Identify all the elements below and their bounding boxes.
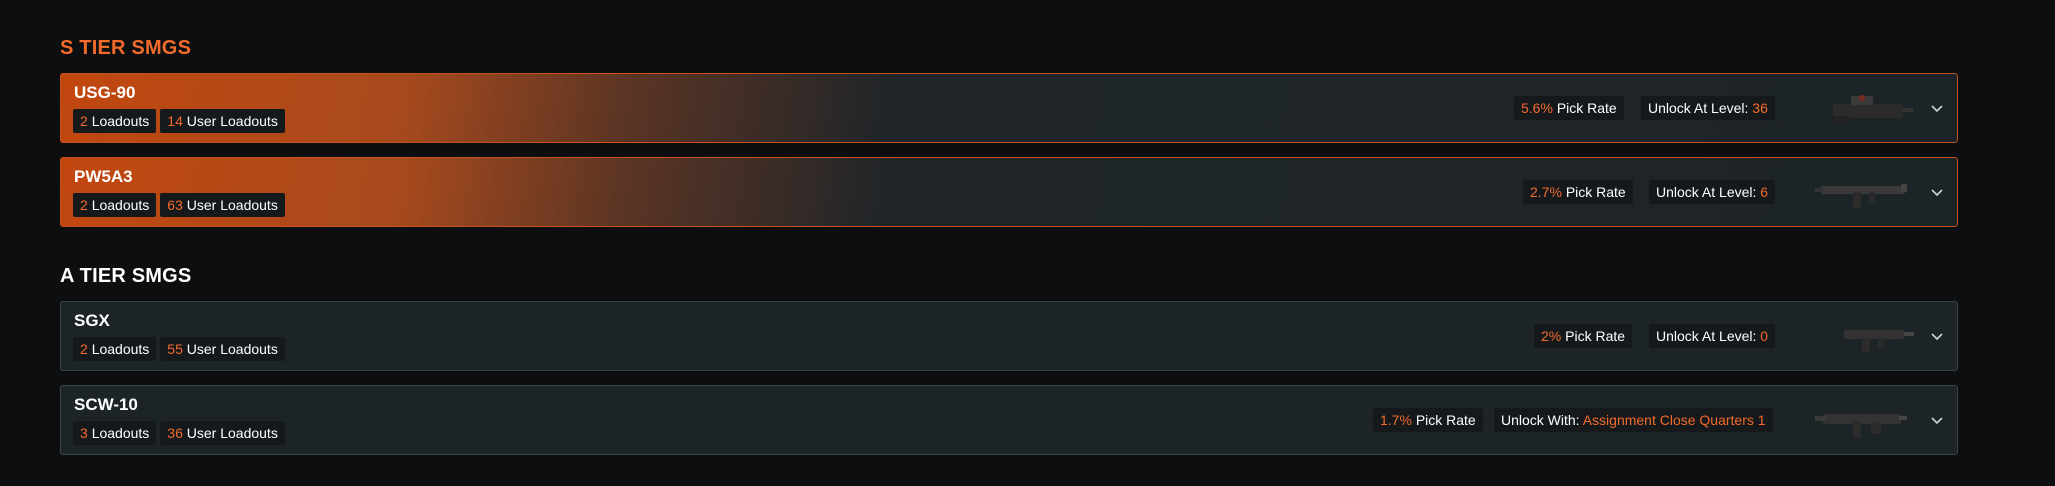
loadout-badges: 2 Loadouts 55 User Loadouts bbox=[73, 337, 285, 361]
chevron-down-icon[interactable] bbox=[1929, 100, 1945, 116]
weapon-card-pw5a3[interactable]: PW5A3 2 Loadouts 63 User Loadouts 2.7% P… bbox=[60, 157, 1958, 227]
chevron-down-icon[interactable] bbox=[1929, 328, 1945, 344]
loadouts-badge: 3 Loadouts bbox=[73, 421, 157, 445]
weapon-name: PW5A3 bbox=[74, 167, 133, 186]
tier-title-s: S TIER SMGS bbox=[60, 37, 192, 59]
chevron-down-icon[interactable] bbox=[1929, 184, 1945, 200]
loadout-badges: 2 Loadouts 63 User Loadouts bbox=[73, 193, 285, 217]
loadout-badges: 3 Loadouts 36 User Loadouts bbox=[73, 421, 285, 445]
smg-scw10-icon bbox=[1815, 414, 1907, 438]
smg-sgx-icon bbox=[1844, 330, 1914, 352]
weapon-card-sgx[interactable]: SGX 2 Loadouts 55 User Loadouts 2% Pick … bbox=[60, 301, 1958, 371]
user-loadouts-badge: 55 User Loadouts bbox=[160, 337, 285, 361]
user-loadouts-badge: 63 User Loadouts bbox=[160, 193, 285, 217]
unlock-badge: Unlock With: Assignment Close Quarters 1 bbox=[1494, 408, 1773, 432]
user-loadouts-badge: 36 User Loadouts bbox=[160, 421, 285, 445]
user-loadouts-badge: 14 User Loadouts bbox=[160, 109, 285, 133]
weapon-card-scw10[interactable]: SCW-10 3 Loadouts 36 User Loadouts 1.7% … bbox=[60, 385, 1958, 455]
unlock-badge: Unlock At Level: 36 bbox=[1641, 96, 1775, 120]
unlock-badge: Unlock At Level: 0 bbox=[1649, 324, 1776, 348]
pick-rate-badge: 2% Pick Rate bbox=[1534, 324, 1633, 348]
pick-rate-badge: 1.7% Pick Rate bbox=[1373, 408, 1483, 432]
pick-rate-badge: 2.7% Pick Rate bbox=[1523, 180, 1633, 204]
pick-rate-badge: 5.6% Pick Rate bbox=[1514, 96, 1624, 120]
smg-pw5a3-icon bbox=[1815, 184, 1907, 208]
weapon-card-usg90[interactable]: USG-90 2 Loadouts 14 User Loadouts 5.6% … bbox=[60, 73, 1958, 143]
tier-title-a: A TIER SMGS bbox=[60, 265, 192, 287]
loadouts-badge: 2 Loadouts bbox=[73, 193, 157, 217]
weapon-name: SCW-10 bbox=[74, 395, 138, 414]
loadouts-badge: 2 Loadouts bbox=[73, 109, 157, 133]
tier-list: S TIER SMGS USG-90 2 Loadouts 14 User Lo… bbox=[0, 0, 2055, 486]
smg-usg90-icon bbox=[1831, 95, 1913, 122]
loadout-badges: 2 Loadouts 14 User Loadouts bbox=[73, 109, 285, 133]
unlock-badge: Unlock At Level: 6 bbox=[1649, 180, 1776, 204]
weapon-name: SGX bbox=[74, 311, 110, 330]
chevron-down-icon[interactable] bbox=[1929, 412, 1945, 428]
loadouts-badge: 2 Loadouts bbox=[73, 337, 157, 361]
weapon-name: USG-90 bbox=[74, 83, 136, 102]
